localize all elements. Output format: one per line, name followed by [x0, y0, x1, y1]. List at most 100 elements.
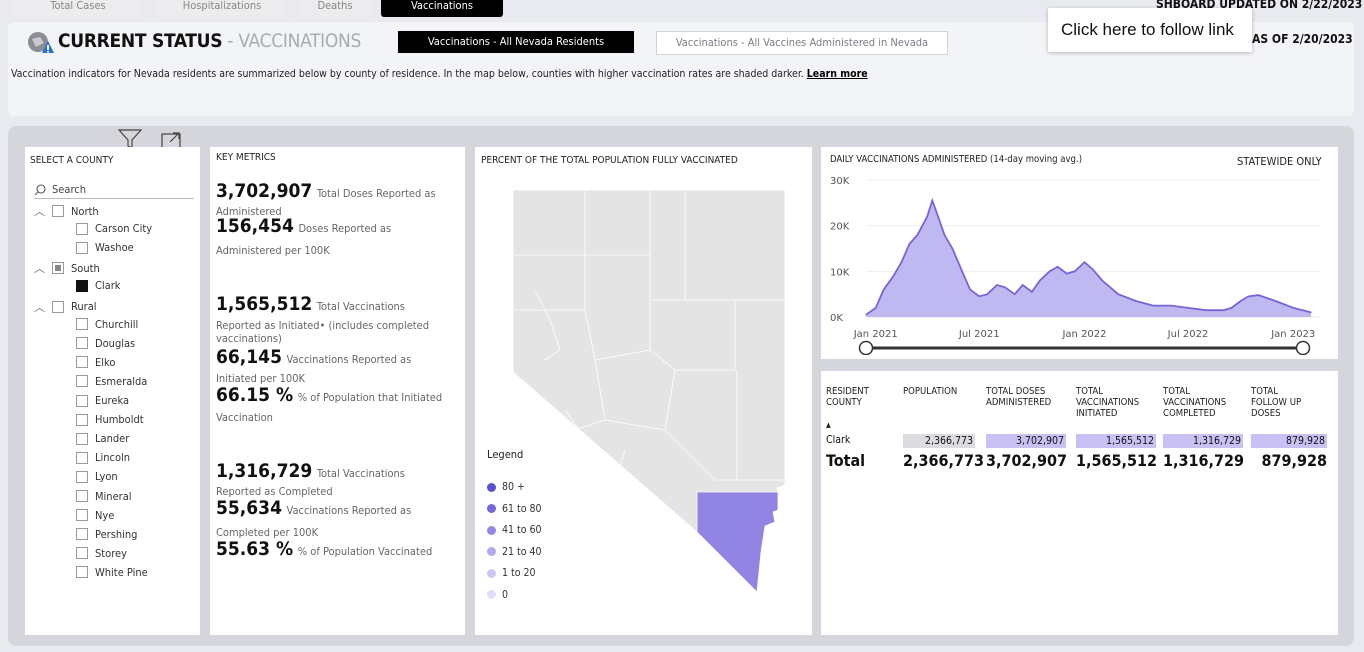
- learn-more-link[interactable]: Learn more: [807, 68, 868, 80]
- checkbox[interactable]: [76, 566, 88, 579]
- checkbox[interactable]: [76, 337, 88, 350]
- table-total-label: Total: [826, 451, 866, 470]
- slicer-item-lyon[interactable]: Lyon: [76, 470, 118, 483]
- checkbox[interactable]: [76, 547, 88, 560]
- column-header[interactable]: TOTAL VACCINATIONS INITIATED: [1076, 386, 1139, 419]
- slicer-item-lincoln[interactable]: Lincoln: [76, 451, 130, 464]
- slicer-item-carson-city[interactable]: Carson City: [76, 222, 152, 235]
- slider-end-handle[interactable]: [1295, 340, 1311, 355]
- data-point: [1039, 279, 1041, 282]
- slicer-item-washoe[interactable]: Washoe: [76, 241, 134, 254]
- slicer-item-label: Pershing: [95, 527, 138, 541]
- slicer-item-mineral[interactable]: Mineral: [76, 490, 132, 503]
- data-point: [883, 289, 885, 291]
- slicer-item-elko[interactable]: Elko: [76, 356, 115, 369]
- table-total-cell: 3,702,907: [986, 451, 1068, 470]
- page-title: CURRENT STATUS - VACCINATIONS: [58, 30, 362, 52]
- tab-deaths[interactable]: Deaths: [298, 0, 372, 17]
- checkbox[interactable]: [76, 413, 88, 426]
- data-point: [1310, 311, 1312, 314]
- column-header[interactable]: TOTAL VACCINATIONS COMPLETED: [1163, 386, 1226, 419]
- column-header[interactable]: POPULATION: [903, 386, 957, 397]
- daily-vaccinations-chart[interactable]: 30K 20K 10K 0K Jan 2021 Jul 2021 Jan 2022 Jul 2…: [821, 165, 1338, 355]
- x-tick-label: Jul 2022: [1167, 329, 1209, 340]
- description-text: Vaccination indicators for Nevada reside…: [11, 68, 868, 80]
- sort-ascending-icon[interactable]: ▲: [826, 420, 831, 431]
- data-point: [1004, 286, 1006, 288]
- metric-total-doses: 3,702,907 Total Doses Reported as: [216, 180, 436, 202]
- data-point: [1230, 307, 1233, 309]
- tab-hospitalizations[interactable]: Hospitalizations: [158, 0, 286, 17]
- slicer-item-nye[interactable]: Nye: [76, 509, 114, 522]
- slicer-item-white-pine[interactable]: White Pine: [76, 566, 148, 579]
- legend-label: 61 to 80: [502, 502, 542, 515]
- slicer-item-label: Eureka: [95, 394, 130, 407]
- slicer-item-esmeralda[interactable]: Esmeralda: [76, 375, 147, 388]
- slicer-group-rural[interactable]: ︿ Rural: [34, 299, 97, 315]
- slicer-item-label: Nye: [95, 508, 115, 522]
- checkbox[interactable]: [76, 528, 88, 541]
- column-header[interactable]: TOTAL DOSES ADMINISTERED: [986, 386, 1051, 408]
- slicer-item-label: Clark: [95, 279, 121, 293]
- chevron-up-icon[interactable]: ︿: [34, 203, 45, 219]
- checkbox[interactable]: [76, 451, 88, 464]
- slicer-item-storey[interactable]: Storey: [76, 547, 127, 560]
- data-point: [1248, 295, 1250, 298]
- checkbox[interactable]: [76, 375, 88, 388]
- county-search-input[interactable]: Search: [34, 183, 194, 199]
- checkbox[interactable]: [76, 470, 88, 483]
- slicer-item-clark[interactable]: Clark: [76, 279, 121, 292]
- checkbox[interactable]: [76, 279, 88, 292]
- checkbox[interactable]: [52, 262, 64, 275]
- checkbox[interactable]: [52, 205, 64, 217]
- checkbox[interactable]: [76, 318, 88, 331]
- checkbox[interactable]: [52, 300, 64, 313]
- chevron-up-icon[interactable]: ︿: [34, 260, 45, 276]
- slider-start-handle[interactable]: [858, 340, 874, 355]
- slicer-group-label: South: [71, 261, 100, 275]
- slicer-item-churchill[interactable]: Churchill: [76, 318, 138, 331]
- metric-completed-per-100k: 55,634 Vaccinations Reported as: [216, 497, 412, 519]
- y-tick-label: 30K: [830, 176, 850, 187]
- table-cell: 1,565,512: [1076, 434, 1156, 448]
- data-point: [865, 314, 867, 316]
- slicer-item-label: Elko: [95, 355, 116, 369]
- table-cell-county[interactable]: Clark: [826, 434, 852, 446]
- data-point: [1031, 291, 1033, 293]
- tab-vaccinations[interactable]: Vaccinations: [381, 0, 503, 17]
- metric-initiated: 1,565,512 Total Vaccinations: [216, 293, 405, 315]
- checkbox[interactable]: [76, 241, 88, 254]
- checkbox[interactable]: [76, 222, 88, 235]
- column-header[interactable]: RESIDENT COUNTY: [826, 386, 869, 408]
- slicer-item-label: Mineral: [95, 489, 132, 503]
- checkbox[interactable]: [76, 432, 88, 445]
- data-point: [1014, 293, 1016, 295]
- chevron-up-icon[interactable]: ︿: [34, 299, 45, 315]
- residents-button[interactable]: Vaccinations - All Nevada Residents: [398, 31, 634, 53]
- slicer-group-north[interactable]: ︿ North: [34, 203, 99, 219]
- nevada-county-map[interactable]: [475, 180, 812, 600]
- slicer-item-eureka[interactable]: Eureka: [76, 394, 129, 407]
- data-point: [1074, 270, 1076, 272]
- checkbox[interactable]: [76, 394, 88, 407]
- data-point: [1205, 309, 1207, 311]
- slicer-item-label: Douglas: [95, 336, 136, 350]
- table-total-cell: 1,316,729: [1163, 451, 1245, 470]
- checkbox[interactable]: [76, 356, 88, 369]
- metric-initiated-label-2: vaccinations): [216, 332, 282, 345]
- checkbox[interactable]: [76, 509, 88, 522]
- data-point: [1022, 284, 1024, 286]
- slicer-item-lander[interactable]: Lander: [76, 432, 129, 445]
- slicer-item-humboldt[interactable]: Humboldt: [76, 413, 144, 426]
- slicer-group-south[interactable]: ︿ South: [34, 260, 100, 276]
- tab-total-cases[interactable]: Total Cases: [14, 0, 142, 17]
- legend-dot-icon: [487, 525, 496, 535]
- data-point: [908, 243, 911, 245]
- legend-item: 80 +: [487, 481, 525, 493]
- slicer-item-pershing[interactable]: Pershing: [76, 528, 137, 541]
- slicer-item-douglas[interactable]: Douglas: [76, 337, 135, 350]
- legend-item: 41 to 60: [487, 524, 542, 536]
- checkbox[interactable]: [76, 490, 88, 502]
- column-header[interactable]: TOTAL FOLLOW UP DOSES: [1251, 386, 1301, 419]
- all-vaccines-button[interactable]: Vaccinations - All Vaccines Administered…: [656, 31, 948, 55]
